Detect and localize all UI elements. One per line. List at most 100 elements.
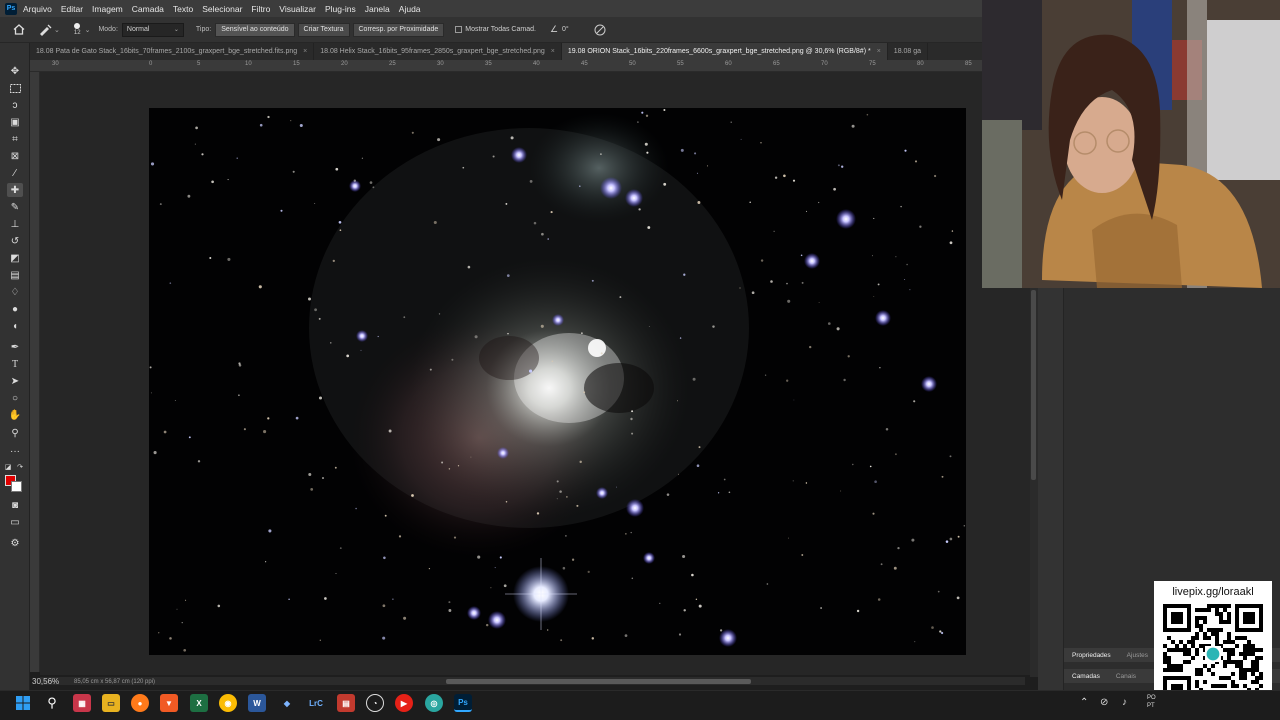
ellipse-tool-icon[interactable]: ○ — [7, 391, 23, 405]
file-explorer-icon[interactable]: ▭ — [102, 694, 120, 712]
chrome-icon[interactable]: ◉ — [219, 694, 237, 712]
zoom-tool-icon[interactable]: ⚲ — [7, 426, 23, 440]
dodge-burn-tool-icon[interactable]: ◖ — [7, 319, 23, 333]
move-tool-icon[interactable]: ✥ — [7, 64, 23, 78]
ruler-label: 0 — [149, 61, 153, 67]
tab-canais[interactable]: Canais — [1108, 673, 1144, 680]
tab-label: 18.08 Pata de Gato Stack_16bits_70frames… — [36, 48, 298, 55]
menu-filtro[interactable]: Filtro — [251, 4, 270, 14]
hand-tool-icon[interactable]: ✋ — [7, 408, 23, 422]
menu-visualizar[interactable]: Visualizar — [279, 4, 316, 14]
gradient-tool-icon[interactable]: ▤ — [7, 268, 23, 282]
app-icon-1[interactable]: ▦ — [73, 694, 91, 712]
quick-mask-icon[interactable]: ◙ — [7, 498, 23, 512]
brush-size-value: 12 — [73, 29, 81, 36]
microphone-icon[interactable]: ♪ — [1122, 697, 1127, 708]
path-select-tool-icon[interactable]: ➤ — [7, 374, 23, 388]
type-tool-icon[interactable]: T — [7, 357, 23, 371]
app-icon-2[interactable]: ◆ — [278, 694, 296, 712]
ruler-label: 35 — [485, 61, 492, 67]
chevron-down-icon[interactable]: ⌄ — [54, 26, 60, 34]
default-colors-icon[interactable]: ◪ — [3, 460, 13, 474]
chevron-down-icon[interactable]: ⌄ — [85, 26, 91, 34]
blur-tool-icon[interactable]: ♢ — [7, 285, 23, 299]
frame-tool-icon[interactable]: ⊠ — [7, 149, 23, 163]
menu-editar[interactable]: Editar — [61, 4, 83, 14]
sample-all-layers-toggle[interactable]: Mostrar Todas Camad. — [455, 26, 536, 33]
create-texture-button[interactable]: Criar Textura — [297, 22, 350, 37]
ruler-label: 50 — [629, 61, 636, 67]
tab-overflow[interactable]: 18.08 ga — [888, 43, 929, 60]
brush-size-picker[interactable]: 12 — [73, 22, 81, 37]
menu-texto[interactable]: Texto — [173, 4, 193, 14]
crop-tool-icon[interactable]: ⌗ — [7, 132, 23, 146]
dodge-tool-icon[interactable]: ● — [7, 302, 23, 316]
tab-camadas[interactable]: Camadas — [1064, 673, 1108, 680]
sample-all-checkbox[interactable] — [455, 26, 463, 33]
proximity-match-button[interactable]: Corresp. por Proximidade — [352, 22, 445, 37]
home-icon[interactable] — [10, 21, 28, 39]
pressure-size-icon[interactable] — [591, 21, 609, 39]
menu-arquivo[interactable]: Arquivo — [23, 4, 52, 14]
menu-selecionar[interactable]: Selecionar — [202, 4, 242, 14]
tab-helix[interactable]: 18.08 Helix Stack_16bits_95frames_2850s_… — [314, 43, 562, 60]
document-tabs: 18.08 Pata de Gato Stack_16bits_70frames… — [30, 43, 982, 60]
lasso-tool-icon[interactable]: ↄ — [7, 98, 23, 112]
menu-imagem[interactable]: Imagem — [92, 4, 123, 14]
close-icon[interactable]: × — [551, 48, 555, 55]
brave-icon[interactable]: ▼ — [160, 694, 178, 712]
menu-janela[interactable]: Janela — [365, 4, 390, 14]
tab-orion[interactable]: 19.08 ORION Stack_16bits_220frames_6600s… — [561, 43, 888, 60]
tab-pata-de-gato[interactable]: 18.08 Pata de Gato Stack_16bits_70frames… — [30, 43, 315, 60]
swap-colors-icon[interactable]: ↷ — [15, 460, 25, 474]
object-select-tool-icon[interactable]: ▣ — [7, 115, 23, 129]
photoshop-logo[interactable]: Ps — [5, 2, 17, 15]
more-tools-icon[interactable]: ··· — [7, 444, 23, 458]
firefox-icon[interactable]: ● — [131, 694, 149, 712]
horizontal-scroll-thumb[interactable] — [446, 679, 751, 684]
menu-plugins[interactable]: Plug-ins — [325, 4, 356, 14]
app-icon-4[interactable]: ◔ — [366, 694, 384, 712]
screen-mode-icon[interactable]: ▭ — [7, 515, 23, 529]
network-icon[interactable]: ⊘ — [1100, 697, 1108, 708]
search-icon[interactable]: ⚲ — [43, 694, 61, 712]
youtube-icon[interactable]: ▶ — [395, 694, 413, 712]
ruler-label: 15 — [293, 61, 300, 67]
history-brush-tool-icon[interactable]: ↺ — [7, 234, 23, 248]
background-color-swatch[interactable] — [11, 481, 22, 492]
menu-camada[interactable]: Camada — [132, 4, 164, 14]
zoom-level[interactable]: 30,56% — [32, 677, 59, 686]
angle-value[interactable]: 0° — [562, 26, 569, 33]
app-icon-3[interactable]: ▤ — [337, 694, 355, 712]
vertical-scroll-thumb[interactable] — [1031, 290, 1036, 480]
mode-select[interactable]: Normal ⌄ — [121, 22, 184, 37]
orion-nebula-image[interactable] — [149, 108, 966, 655]
eraser-tool-icon[interactable]: ◩ — [7, 251, 23, 265]
ruler-label: 70 — [821, 61, 828, 67]
edit-toolbar-icon[interactable]: ⚙ — [7, 536, 23, 550]
brush-tool-icon[interactable]: ✎ — [7, 200, 23, 214]
excel-icon[interactable]: X — [190, 694, 208, 712]
close-icon[interactable]: × — [303, 48, 307, 55]
healing-brush-preset-icon[interactable] — [36, 21, 54, 39]
photoshop-taskbar-icon[interactable]: Ps — [454, 694, 472, 712]
eyedropper-tool-icon[interactable]: ∕ — [7, 166, 23, 180]
chevron-up-icon[interactable]: ⌃ — [1080, 697, 1088, 708]
type-label: Tipo: — [195, 26, 212, 33]
marquee-tool-icon[interactable] — [7, 81, 23, 95]
word-icon[interactable]: W — [248, 694, 266, 712]
tab-ajustes[interactable]: Ajustes — [1119, 652, 1156, 659]
ruler-label: 55 — [677, 61, 684, 67]
healing-brush-tool-icon[interactable]: ✚ — [7, 183, 23, 197]
content-aware-button[interactable]: Sensível ao conteúdo — [215, 22, 295, 37]
pen-tool-icon[interactable]: ✒ — [7, 340, 23, 354]
menu-ajuda[interactable]: Ajuda — [399, 4, 421, 14]
clone-stamp-tool-icon[interactable]: ⊥ — [7, 217, 23, 231]
close-icon[interactable]: × — [877, 48, 881, 55]
tab-propriedades[interactable]: Propriedades — [1064, 652, 1119, 659]
browser-icon[interactable]: ◎ — [425, 694, 443, 712]
lightroom-classic-icon[interactable]: LrC — [307, 694, 325, 712]
windows-start-icon[interactable] — [14, 694, 32, 712]
language-indicator[interactable]: PO PT — [1147, 694, 1156, 710]
document-dimensions[interactable]: 85,05 cm x 56,87 cm (120 ppi) — [74, 679, 155, 685]
